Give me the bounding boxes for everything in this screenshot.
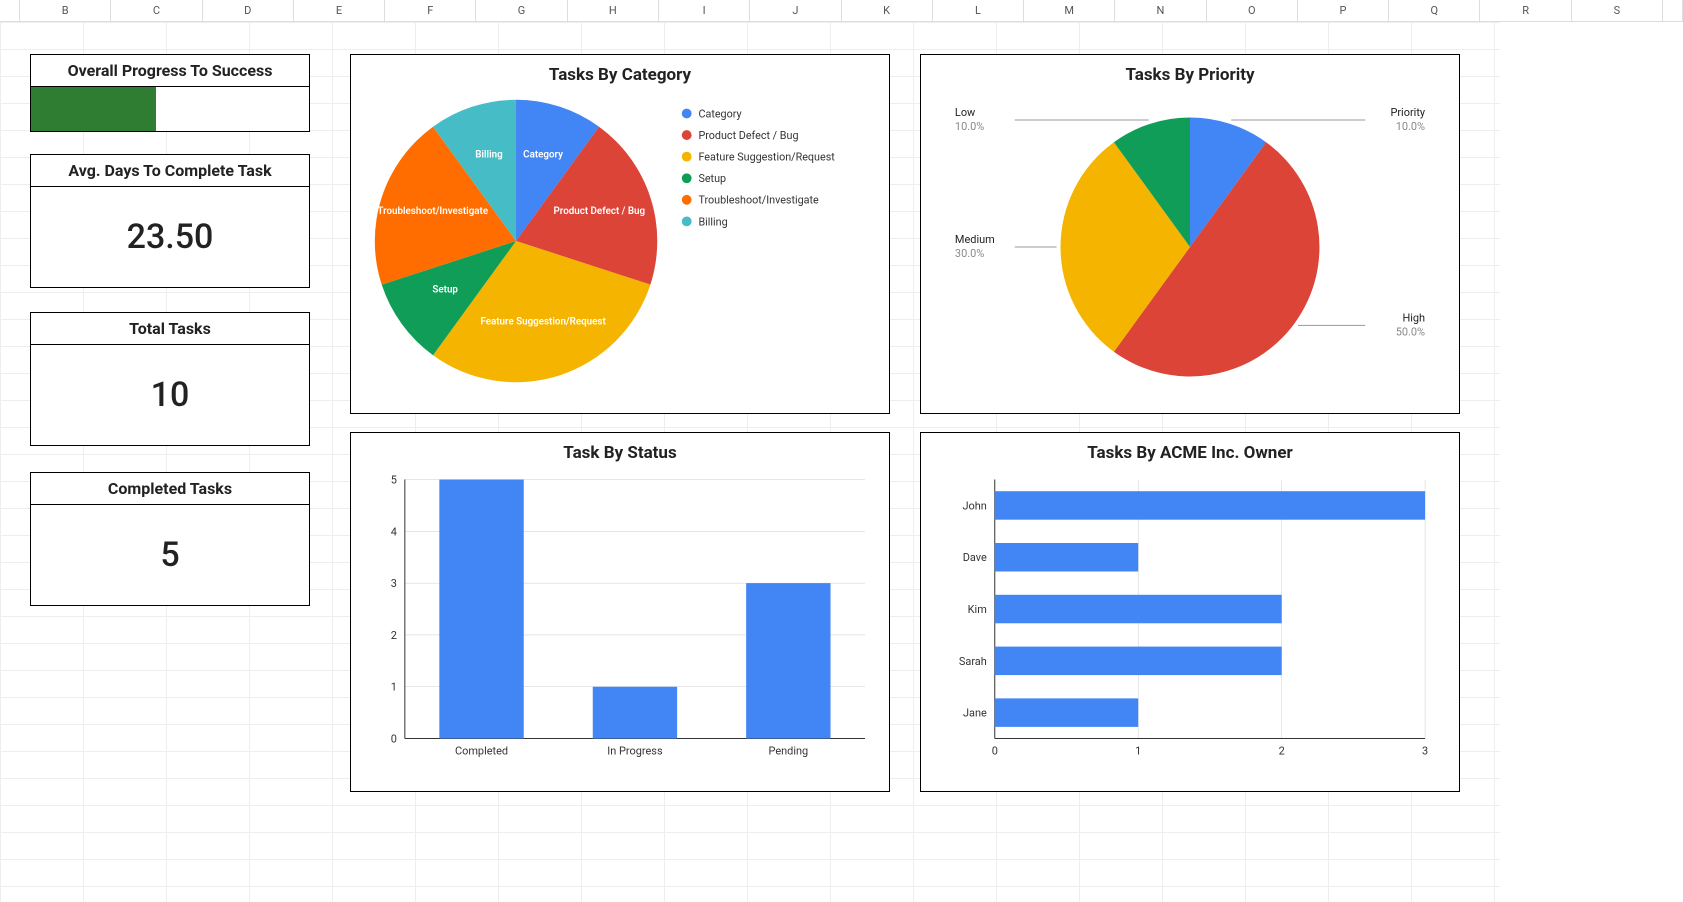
chart-title-owner: Tasks By ACME Inc. Owner <box>935 443 1445 463</box>
svg-text:Product Defect / Bug: Product Defect / Bug <box>698 129 798 142</box>
svg-text:1: 1 <box>391 681 397 694</box>
bar-completed <box>439 480 523 739</box>
hbar-sarah <box>995 647 1282 675</box>
svg-text:Feature Suggestion/Request: Feature Suggestion/Request <box>480 316 606 327</box>
svg-text:3: 3 <box>391 577 397 590</box>
kpi-progress-card: Overall Progress To Success <box>30 54 310 132</box>
hbar-jane <box>995 698 1138 726</box>
kpi-total-value: 10 <box>151 375 190 415</box>
kpi-avgdays-value: 23.50 <box>127 217 214 257</box>
svg-text:5: 5 <box>391 474 397 487</box>
svg-text:Billing: Billing <box>475 150 503 161</box>
svg-text:10.0%: 10.0% <box>1396 120 1425 133</box>
svg-text:High: High <box>1402 311 1425 324</box>
kpi-total-card: Total Tasks 10 <box>30 312 310 446</box>
svg-text:Setup: Setup <box>432 284 458 295</box>
kpi-completed-card: Completed Tasks 5 <box>30 472 310 606</box>
kpi-completed-title: Completed Tasks <box>31 473 309 505</box>
chart-card-status: Task By Status 0 1 2 3 4 5 Completed In Progres… <box>350 432 890 792</box>
kpi-avgdays-title: Avg. Days To Complete Task <box>31 155 309 187</box>
svg-text:Low: Low <box>955 106 975 119</box>
svg-text:Troubleshoot/Investigate: Troubleshoot/Investigate <box>377 206 488 217</box>
svg-text:Kim: Kim <box>968 603 987 616</box>
svg-text:2: 2 <box>391 629 397 642</box>
svg-text:Completed: Completed <box>455 744 508 757</box>
svg-text:30.0%: 30.0% <box>955 247 984 260</box>
chart-owner: 0 1 2 3 John Dave Kim Sarah Jane <box>935 469 1445 769</box>
kpi-completed-value: 5 <box>160 535 179 575</box>
svg-text:Jane: Jane <box>963 707 987 720</box>
hbar-dave <box>995 543 1138 571</box>
svg-text:50.0%: 50.0% <box>1396 325 1425 338</box>
svg-text:Category: Category <box>698 107 741 120</box>
chart-card-priority: Tasks By Priority Priority10.0%High50.0%… <box>920 54 1460 414</box>
svg-text:John: John <box>962 499 986 512</box>
svg-text:Dave: Dave <box>963 551 987 564</box>
svg-text:1: 1 <box>1135 744 1141 757</box>
svg-text:Product Defect / Bug: Product Defect / Bug <box>554 206 646 217</box>
svg-text:Medium: Medium <box>955 233 995 246</box>
svg-text:10.0%: 10.0% <box>955 120 984 133</box>
chart-title-priority: Tasks By Priority <box>935 65 1445 85</box>
bar-in progress <box>593 687 677 739</box>
svg-text:In Progress: In Progress <box>607 744 663 757</box>
svg-text:Priority: Priority <box>1390 106 1425 119</box>
column-headers: BCDEFGHIJKLMNOPQRS <box>0 0 1683 22</box>
svg-text:Billing: Billing <box>698 215 727 228</box>
svg-text:0: 0 <box>992 744 998 757</box>
progress-bar-fill <box>31 87 156 131</box>
bar-pending <box>746 583 830 738</box>
chart-title-status: Task By Status <box>365 443 875 463</box>
svg-text:Sarah: Sarah <box>959 655 987 668</box>
chart-category: Category Product Defect / Bug Feature Sugg… <box>365 91 875 391</box>
svg-text:0: 0 <box>391 733 397 746</box>
chart-priority: Priority10.0%High50.0%Medium30.0%Low10.0… <box>935 91 1445 391</box>
svg-text:Feature Suggestion/Request: Feature Suggestion/Request <box>698 151 835 164</box>
svg-text:Troubleshoot/Investigate: Troubleshoot/Investigate <box>698 194 819 207</box>
kpi-total-title: Total Tasks <box>31 313 309 345</box>
kpi-avgdays-card: Avg. Days To Complete Task 23.50 <box>30 154 310 288</box>
svg-text:Pending: Pending <box>768 744 808 757</box>
svg-text:2: 2 <box>1279 744 1285 757</box>
chart-card-owner: Tasks By ACME Inc. Owner 0 1 2 3 John Dave Kim… <box>920 432 1460 792</box>
kpi-progress-title: Overall Progress To Success <box>31 55 309 87</box>
chart-status: 0 1 2 3 4 5 Completed In Progress Pending <box>365 469 875 769</box>
hbar-john <box>995 491 1425 519</box>
svg-text:4: 4 <box>391 525 397 538</box>
svg-text:Setup: Setup <box>698 172 726 185</box>
svg-text:Category: Category <box>523 150 563 161</box>
hbar-kim <box>995 595 1282 623</box>
chart-card-category: Tasks By Category Category Product Defect… <box>350 54 890 414</box>
chart-title-category: Tasks By Category <box>365 65 875 85</box>
svg-text:3: 3 <box>1422 744 1428 757</box>
